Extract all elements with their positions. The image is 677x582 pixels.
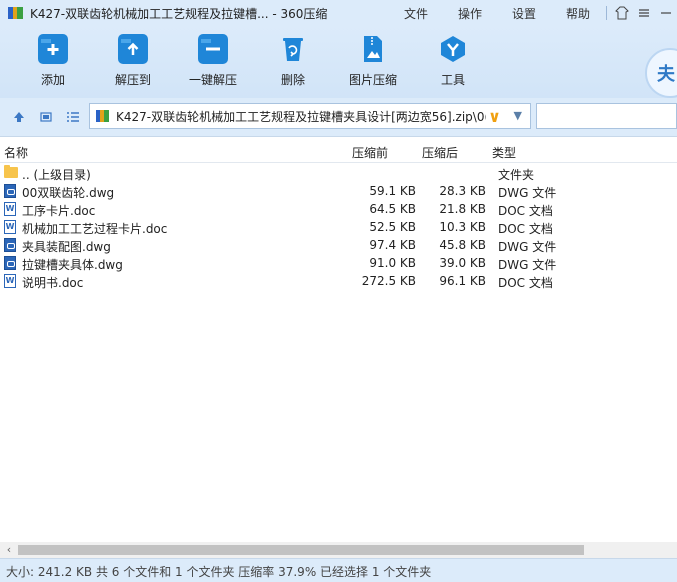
list-item[interactable]: W 说明书.doc 272.5 KB 96.1 KB DOC 文档 <box>0 272 677 290</box>
menu-icon[interactable] <box>633 2 655 24</box>
file-list: .. (上级目录) 文件夹 00双联齿轮.dwg 59.1 KB 28.3 KB… <box>0 164 677 290</box>
divider <box>606 6 607 20</box>
minimize-icon[interactable] <box>655 2 677 24</box>
doc-file-icon: W <box>4 274 16 288</box>
list-item[interactable]: W 工序卡片.doc 64.5 KB 21.8 KB DOC 文档 <box>0 200 677 218</box>
file-type: DOC 文档 <box>498 276 553 290</box>
column-compressed-before[interactable]: 压缩前 <box>352 144 388 161</box>
title-bar: K427-双联齿轮机械加工工艺规程及拉键槽... - 360压缩 文件 操作 设… <box>0 0 677 26</box>
list-item[interactable]: 拉键槽夹具体.dwg 91.0 KB 39.0 KB DWG 文件 <box>0 254 677 272</box>
address-path: K427-双联齿轮机械加工工艺规程及拉键槽夹具设计[两边宽56].zip\0( <box>116 109 486 124</box>
dwg-file-icon <box>4 256 16 270</box>
delete-label: 删除 <box>280 73 305 87</box>
extract-to-label: 解压到 <box>114 73 151 87</box>
file-name: 夹具装配图.dwg <box>22 240 111 254</box>
menu-bar: 文件 操作 设置 帮助 <box>404 5 620 22</box>
image-compress-icon <box>358 34 388 64</box>
list-item[interactable]: 夹具装配图.dwg 97.4 KB 45.8 KB DWG 文件 <box>0 236 677 254</box>
folder-icon <box>4 165 18 178</box>
delete-button[interactable]: 删除 <box>258 34 328 88</box>
column-name[interactable]: 名称 <box>4 144 28 161</box>
list-item[interactable]: W 机械加工工艺过程卡片.doc 52.5 KB 10.3 KB DOC 文档 <box>0 218 677 236</box>
size-before: 64.5 KB <box>369 202 416 216</box>
thumbnail-view-icon[interactable] <box>37 108 55 126</box>
tools-icon <box>438 34 468 64</box>
size-after: 45.8 KB <box>439 238 486 252</box>
column-compressed-after[interactable]: 压缩后 <box>422 144 458 161</box>
file-name: 工序卡片.doc <box>22 204 96 218</box>
size-after: 10.3 KB <box>439 220 486 234</box>
tools-button[interactable]: 工具 <box>418 34 488 88</box>
menu-file[interactable]: 文件 <box>404 5 428 22</box>
file-type: DWG 文件 <box>498 240 557 254</box>
dropdown-arrow-icon[interactable]: ▼ <box>514 109 522 122</box>
size-before: 59.1 KB <box>369 184 416 198</box>
add-label: 添加 <box>40 73 65 87</box>
address-bar: K427-双联齿轮机械加工工艺规程及拉键槽夹具设计[两边宽56].zip\0( … <box>0 98 677 137</box>
one-click-extract-button[interactable]: 一键解压 <box>178 34 248 88</box>
file-type: DOC 文档 <box>498 222 553 236</box>
size-after: 28.3 KB <box>439 184 486 198</box>
scroll-left-icon[interactable]: ‹ <box>2 543 16 557</box>
size-before: 97.4 KB <box>369 238 416 252</box>
window-controls <box>602 0 677 26</box>
file-name: .. (上级目录) <box>22 168 91 182</box>
file-name: 说明书.doc <box>22 276 84 290</box>
list-item[interactable]: .. (上级目录) 文件夹 <box>0 164 677 182</box>
skin-icon[interactable] <box>611 2 633 24</box>
file-type: DWG 文件 <box>498 186 557 200</box>
chevron-icon: ∨ <box>488 106 501 126</box>
extract-to-icon <box>118 34 148 64</box>
doc-file-icon: W <box>4 220 16 234</box>
list-item[interactable]: 00双联齿轮.dwg 59.1 KB 28.3 KB DWG 文件 <box>0 182 677 200</box>
status-text: 大小: 241.2 KB 共 6 个文件和 1 个文件夹 压缩率 37.9% 已… <box>6 565 432 579</box>
add-button[interactable]: 添加 <box>18 34 88 88</box>
menu-operation[interactable]: 操作 <box>458 5 482 22</box>
menu-settings[interactable]: 设置 <box>512 5 536 22</box>
search-input[interactable] <box>536 103 677 129</box>
one-click-extract-icon <box>198 34 228 64</box>
toolbar: 添加 解压到 一键解压 删除 图片压缩 工具 夫 <box>0 26 677 98</box>
delete-icon <box>278 34 308 64</box>
up-arrow-icon[interactable] <box>10 108 28 126</box>
file-type: DOC 文档 <box>498 204 553 218</box>
size-before: 272.5 KB <box>361 274 416 288</box>
scrollbar-thumb[interactable] <box>18 545 584 555</box>
size-before: 91.0 KB <box>369 256 416 270</box>
dwg-file-icon <box>4 238 16 252</box>
size-after: 21.8 KB <box>439 202 486 216</box>
file-type: 文件夹 <box>498 168 535 182</box>
window-title: K427-双联齿轮机械加工工艺规程及拉键槽... - 360压缩 <box>30 6 328 21</box>
size-before: 52.5 KB <box>369 220 416 234</box>
tools-label: 工具 <box>440 73 465 87</box>
size-after: 39.0 KB <box>439 256 486 270</box>
address-field[interactable]: K427-双联齿轮机械加工工艺规程及拉键槽夹具设计[两边宽56].zip\0( … <box>89 103 531 129</box>
file-name: 拉键槽夹具体.dwg <box>22 258 123 272</box>
extract-to-button[interactable]: 解压到 <box>98 34 168 88</box>
file-name: 00双联齿轮.dwg <box>22 186 115 200</box>
file-name: 机械加工工艺过程卡片.doc <box>22 222 168 236</box>
dwg-file-icon <box>4 184 16 198</box>
archive-icon <box>96 109 110 123</box>
status-bar: 大小: 241.2 KB 共 6 个文件和 1 个文件夹 压缩率 37.9% 已… <box>0 558 677 582</box>
list-header: 名称 压缩前 压缩后 类型 <box>0 140 677 163</box>
doc-file-icon: W <box>4 202 16 216</box>
column-type[interactable]: 类型 <box>492 144 516 161</box>
add-icon <box>38 34 68 64</box>
horizontal-scrollbar[interactable]: ‹ <box>0 542 677 558</box>
app-logo-icon <box>8 5 24 21</box>
one-click-extract-label: 一键解压 <box>188 73 237 87</box>
list-view-icon[interactable] <box>64 108 82 126</box>
size-after: 96.1 KB <box>439 274 486 288</box>
brand-badge[interactable]: 夫 <box>645 48 677 98</box>
image-compress-label: 图片压缩 <box>348 73 397 87</box>
menu-help[interactable]: 帮助 <box>566 5 590 22</box>
file-type: DWG 文件 <box>498 258 557 272</box>
image-compress-button[interactable]: 图片压缩 <box>338 34 408 88</box>
